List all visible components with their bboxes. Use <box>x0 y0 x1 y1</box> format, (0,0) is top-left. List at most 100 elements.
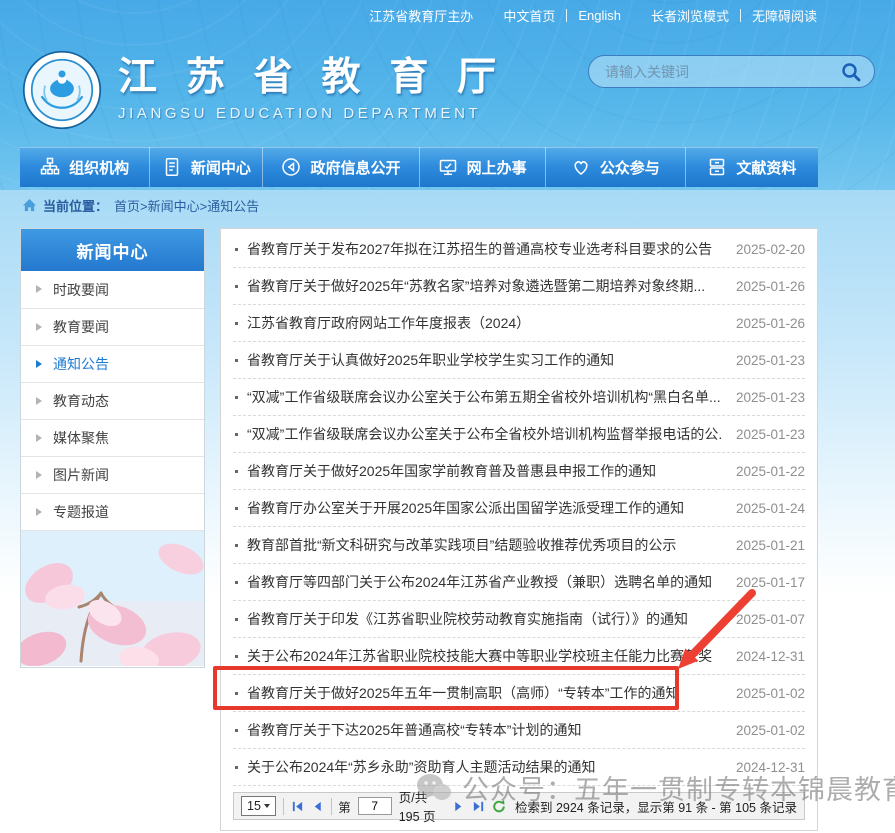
first-page-button[interactable] <box>291 799 304 813</box>
nav-item-organization[interactable]: 组织机构 <box>20 147 150 187</box>
page-label-prefix: 第 <box>338 797 351 816</box>
topbar-link-accessibility[interactable]: 无障碍阅读 <box>752 6 817 25</box>
org-chart-icon <box>40 157 60 177</box>
last-page-button[interactable] <box>472 799 485 813</box>
nav-item-news-center[interactable]: 新闻中心 <box>150 147 263 187</box>
notice-link[interactable]: 省教育厅等四部门关于公布2024年江苏省产业教授（兼职）选聘名单的通知 <box>233 572 721 592</box>
chevron-down-icon <box>264 804 270 808</box>
breadcrumb-path[interactable]: 首页>新闻中心>通知公告 <box>114 196 259 215</box>
sidebar-menu-item[interactable]: 媒体聚焦 <box>21 419 204 456</box>
notice-date: 2025-01-23 <box>721 427 805 442</box>
notice-row: 关于公布2024年江苏省职业院校技能大赛中等职业学校班主任能力比赛获奖 2024… <box>233 638 805 675</box>
news-sidebar: 新闻中心 时政要闻 教育要闻 通知公告 教育动态 媒体聚焦 图片新闻 <box>20 228 205 668</box>
notice-row: 省教育厅办公室关于开展2025年国家公派出国留学选派受理工作的通知 2025-0… <box>233 490 805 527</box>
site-search <box>588 55 875 88</box>
notice-link[interactable]: 江苏省教育厅政府网站工作年度报表（2024） <box>233 313 721 333</box>
result-count-summary: 检索到 2924 条记录，显示第 91 条 - 第 105 条记录 <box>515 797 797 816</box>
sidebar-menu-item[interactable]: 图片新闻 <box>21 456 204 493</box>
notice-row: 教育部首批“新文科研究与改革实践项目”结题验收推荐优秀项目的公示 2025-01… <box>233 527 805 564</box>
notice-link[interactable]: 关于公布2024年“苏乡永助”资助育人主题活动结果的通知 <box>233 757 721 777</box>
notice-link[interactable]: 省教育厅关于认真做好2025年职业学校学生实习工作的通知 <box>233 350 721 370</box>
search-input[interactable] <box>605 64 840 80</box>
utility-topbar: 江苏省教育厅主办 中文首页 English 长者浏览模式 无障碍阅读 <box>0 0 895 30</box>
page-size-select[interactable]: 15 <box>241 796 276 816</box>
home-icon <box>22 198 37 213</box>
notice-link[interactable]: 省教育厅关于做好2025年国家学前教育普及普惠县申报工作的通知 <box>233 461 721 481</box>
info-disclosure-icon <box>281 157 301 177</box>
search-button[interactable] <box>840 61 862 83</box>
sidebar-menu-item[interactable]: 时政要闻 <box>21 271 204 308</box>
notice-row: 省教育厅关于印发《江苏省职业院校劳动教育实施指南（试行）》的通知 2025-01… <box>233 601 805 638</box>
nav-label: 网上办事 <box>467 157 527 178</box>
notice-date: 2025-01-22 <box>721 464 805 479</box>
notice-link[interactable]: 省教育厅关于发布2027年拟在江苏招生的普通高校专业选考科目要求的公告 <box>233 239 721 259</box>
sidebar-item-label: 图片新闻 <box>53 465 109 485</box>
site-header: 江苏省教育厅主办 中文首页 English 长者浏览模式 无障碍阅读 江 苏 省… <box>0 0 895 190</box>
online-services-icon <box>438 157 458 177</box>
notice-row: 省教育厅关于做好2025年国家学前教育普及普惠县申报工作的通知 2025-01-… <box>233 453 805 490</box>
nav-item-documents[interactable]: 文献资料 <box>686 147 818 187</box>
documents-icon <box>707 157 727 177</box>
notice-link[interactable]: “双减”工作省级联席会议办公室关于公布全省校外培训机构监督举报电话的公... <box>233 424 721 444</box>
sidebar-menu-item[interactable]: 教育要闻 <box>21 308 204 345</box>
topbar-divider <box>740 9 741 22</box>
notice-row: “双减”工作省级联席会议办公室关于公布第五期全省校外培训机构“黑白名单... 2… <box>233 379 805 416</box>
notice-date: 2024-12-31 <box>721 649 805 664</box>
public-participation-icon <box>571 157 591 177</box>
notice-link[interactable]: 省教育厅关于做好2025年“苏教名家”培养对象遴选暨第二期培养对象终期... <box>233 276 721 296</box>
sidebar-item-label: 教育要闻 <box>53 317 109 337</box>
pagination-divider <box>283 798 284 815</box>
notice-date: 2025-02-20 <box>721 242 805 257</box>
page-number-input[interactable] <box>358 797 392 815</box>
notice-date: 2025-01-07 <box>721 612 805 627</box>
notice-row: 江苏省教育厅政府网站工作年度报表（2024） 2025-01-26 <box>233 305 805 342</box>
nav-label: 组织机构 <box>69 157 129 178</box>
notice-date: 2025-01-02 <box>721 686 805 701</box>
sidebar-item-label: 媒体聚焦 <box>53 428 109 448</box>
notice-link[interactable]: 关于公布2024年江苏省职业院校技能大赛中等职业学校班主任能力比赛获奖 <box>233 646 721 666</box>
notice-link[interactable]: 省教育厅关于下达2025年普通高校“专转本”计划的通知 <box>233 720 721 740</box>
notice-date: 2024-12-31 <box>721 760 805 775</box>
topbar-link-elder-mode[interactable]: 长者浏览模式 <box>651 6 729 25</box>
sidebar-menu-item[interactable]: 专题报道 <box>21 493 204 530</box>
sidebar-item-label: 时政要闻 <box>53 280 109 300</box>
notice-date: 2025-01-21 <box>721 538 805 553</box>
notice-link[interactable]: 省教育厅关于印发《江苏省职业院校劳动教育实施指南（试行）》的通知 <box>233 609 721 629</box>
sidebar-menu-item[interactable]: 教育动态 <box>21 382 204 419</box>
refresh-icon <box>492 799 506 814</box>
topbar-link-chinese-home[interactable]: 中文首页 <box>503 6 555 25</box>
nav-item-gov-info-disclosure[interactable]: 政府信息公开 <box>263 147 419 187</box>
notice-row: 省教育厅关于发布2027年拟在江苏招生的普通高校专业选考科目要求的公告 2025… <box>233 231 805 268</box>
notice-date: 2025-01-23 <box>721 390 805 405</box>
breadcrumb-label: 当前位置： <box>43 196 108 215</box>
first-page-icon <box>291 800 304 813</box>
notice-row: 省教育厅关于认真做好2025年职业学校学生实习工作的通知 2025-01-23 <box>233 342 805 379</box>
notice-list: 省教育厅关于发布2027年拟在江苏招生的普通高校专业选考科目要求的公告 2025… <box>233 231 805 786</box>
notice-date: 2025-01-17 <box>721 575 805 590</box>
next-page-button[interactable] <box>452 799 465 813</box>
magnolia-decoration-image <box>21 530 204 666</box>
topbar-divider <box>566 9 567 22</box>
notice-date: 2025-01-02 <box>721 723 805 738</box>
notice-link[interactable]: 教育部首批“新文科研究与改革实践项目”结题验收推荐优秀项目的公示 <box>233 535 721 555</box>
notice-link[interactable]: 省教育厅办公室关于开展2025年国家公派出国留学选派受理工作的通知 <box>233 498 721 518</box>
notice-date: 2025-01-26 <box>721 279 805 294</box>
notice-row: 省教育厅等四部门关于公布2024年江苏省产业教授（兼职）选聘名单的通知 2025… <box>233 564 805 601</box>
notice-row: 省教育厅关于做好2025年“苏教名家”培养对象遴选暨第二期培养对象终期... 2… <box>233 268 805 305</box>
notice-date: 2025-01-26 <box>721 316 805 331</box>
nav-item-online-services[interactable]: 网上办事 <box>420 147 546 187</box>
prev-page-button[interactable] <box>311 799 324 813</box>
sidebar-menu-item[interactable]: 通知公告 <box>21 345 204 382</box>
notice-row: “双减”工作省级联席会议办公室关于公布全省校外培训机构监督举报电话的公... 2… <box>233 416 805 453</box>
topbar-link-english[interactable]: English <box>578 8 621 23</box>
topbar-link-host[interactable]: 江苏省教育厅主办 <box>369 6 473 25</box>
notice-link[interactable]: “双减”工作省级联席会议办公室关于公布第五期全省校外培训机构“黑白名单... <box>233 387 721 407</box>
nav-item-public-participation[interactable]: 公众参与 <box>546 147 686 187</box>
site-title-block: 江 苏 省 教 育 厅 JIANGSU EDUCATION DEPARTMENT <box>118 58 505 123</box>
notice-link[interactable]: 省教育厅关于做好2025年五年一贯制高职（高师）“专转本”工作的通知 <box>233 683 721 703</box>
nav-label: 新闻中心 <box>191 157 251 178</box>
sidebar-item-label: 教育动态 <box>53 391 109 411</box>
notice-row: 省教育厅关于做好2025年五年一贯制高职（高师）“专转本”工作的通知 2025-… <box>233 675 805 712</box>
refresh-button[interactable] <box>492 799 506 813</box>
department-logo[interactable] <box>22 50 102 130</box>
